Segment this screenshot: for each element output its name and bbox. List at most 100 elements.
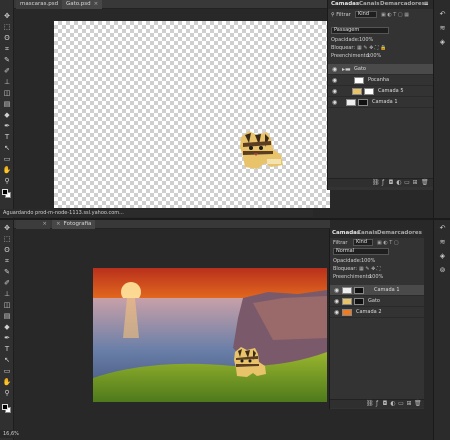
filter-kind-select[interactable]: Kind [355, 11, 377, 18]
eraser-tool-icon[interactable]: ◫ [2, 89, 12, 98]
tab-paths[interactable]: Demarcadores [377, 229, 422, 238]
visibility-eye-icon[interactable]: ◉ [334, 309, 341, 316]
visibility-eye-icon[interactable]: ◉ [332, 77, 339, 84]
lock-icons[interactable]: ▦ ✎ ✥ ⛶ [359, 265, 380, 273]
tab-layers[interactable]: Camadas [331, 0, 359, 9]
adjustment-icon[interactable]: ◐ [390, 401, 396, 407]
shape-tool-icon[interactable]: ▭ [2, 367, 12, 376]
add-mask-icon[interactable]: ◘ [388, 180, 394, 186]
tab-fotografia[interactable]: × Fotografia [52, 220, 96, 229]
add-mask-icon[interactable]: ◘ [382, 401, 388, 407]
layers-icon[interactable]: ◈ [438, 38, 447, 47]
tab-document-1[interactable]: × [16, 220, 50, 229]
new-layer-icon[interactable]: ⊞ [412, 180, 418, 186]
eraser-tool-icon[interactable]: ◫ [2, 301, 12, 310]
new-layer-icon[interactable]: ⊞ [406, 401, 412, 407]
layers-icon[interactable]: ◈ [438, 252, 447, 261]
foreground-color-swatch[interactable] [2, 189, 8, 195]
eyedropper-tool-icon[interactable]: ✎ [2, 56, 12, 65]
filter-icons[interactable]: ▣ ◐ T ▢ ▦ [381, 11, 409, 19]
delete-layer-icon[interactable]: 🗑 [414, 401, 422, 407]
type-tool-icon[interactable]: T [2, 133, 12, 142]
crop-tool-icon[interactable]: ⌗ [2, 257, 12, 266]
move-tool-icon[interactable]: ✥ [2, 224, 12, 233]
lasso-tool-icon[interactable]: ʘ [2, 246, 12, 255]
marquee-tool-icon[interactable]: ⬚ [2, 235, 12, 244]
gradient-tool-icon[interactable]: ▤ [2, 312, 12, 321]
tab-paths[interactable]: Demarcadores [380, 0, 425, 9]
history-icon[interactable]: ↶ [438, 10, 447, 19]
cat-image [237, 129, 285, 173]
pen-tool-icon[interactable]: ✒ [2, 122, 12, 131]
layer-row[interactable]: ◉ Gato [330, 296, 424, 307]
shape-tool-icon[interactable]: ▭ [2, 155, 12, 164]
path-select-tool-icon[interactable]: ↖ [2, 356, 12, 365]
blend-mode-select[interactable]: Normal [333, 248, 389, 255]
close-tab-icon[interactable]: × [56, 221, 61, 227]
stamp-tool-icon[interactable]: ⊥ [2, 78, 12, 87]
link-layers-icon[interactable]: ⛓ [366, 401, 374, 407]
canvas-area [14, 229, 330, 429]
tab-gato[interactable]: Gato.psd × [62, 0, 103, 9]
layer-row[interactable]: ◉ Pocanha [328, 75, 433, 86]
blur-tool-icon[interactable]: ◆ [2, 323, 12, 332]
hand-tool-icon[interactable]: ✋ [2, 166, 12, 175]
layer-row[interactable]: ◉ Camada 5 [328, 86, 433, 97]
visibility-eye-icon[interactable]: ◉ [332, 66, 339, 73]
gradient-tool-icon[interactable]: ▤ [2, 100, 12, 109]
crop-tool-icon[interactable]: ⌗ [2, 45, 12, 54]
lock-icons[interactable]: ▦ ✎ ✥ ⛶ 🔒 [357, 44, 386, 52]
brush-tool-icon[interactable]: ✐ [2, 279, 12, 288]
stamp-tool-icon[interactable]: ⊥ [2, 290, 12, 299]
fill-value[interactable]: 100% [369, 273, 383, 281]
opacity-value[interactable]: 100% [359, 36, 373, 44]
fill-value[interactable]: 100% [367, 52, 381, 60]
tab-channels[interactable]: Canais [359, 0, 380, 9]
delete-layer-icon[interactable]: 🗑 [421, 180, 429, 186]
visibility-eye-icon[interactable]: ◉ [334, 298, 341, 305]
fx-icon[interactable]: ƒ [374, 401, 380, 407]
adjustment-icon[interactable]: ◐ [396, 180, 402, 186]
layer-row[interactable]: ◉ Camada 1 [328, 97, 433, 108]
visibility-eye-icon[interactable]: ◉ [334, 287, 341, 294]
zoom-level[interactable]: 16,6% [3, 431, 19, 437]
tab-layers[interactable]: Camadas [332, 229, 360, 238]
zoom-tool-icon[interactable]: ⚲ [2, 389, 12, 398]
hand-tool-icon[interactable]: ✋ [2, 378, 12, 387]
layer-row[interactable]: ◉ Camada 2 [330, 307, 424, 318]
brush-tool-icon[interactable]: ✐ [2, 67, 12, 76]
new-group-icon[interactable]: ▭ [404, 180, 410, 186]
blur-tool-icon[interactable]: ◆ [2, 111, 12, 120]
zoom-tool-icon[interactable]: ⚲ [2, 177, 12, 186]
lasso-tool-icon[interactable]: ʘ [2, 34, 12, 43]
blend-mode-select[interactable]: Passagem [331, 27, 389, 34]
tab-channels[interactable]: Canais [357, 229, 378, 238]
move-tool-icon[interactable]: ✥ [2, 12, 12, 21]
fx-icon[interactable]: ƒ [380, 180, 386, 186]
path-select-tool-icon[interactable]: ↖ [2, 144, 12, 153]
layer-row[interactable]: ◉ ▸▬ Gato [328, 64, 433, 75]
visibility-eye-icon[interactable]: ◉ [332, 88, 339, 95]
eyedropper-tool-icon[interactable]: ✎ [2, 268, 12, 277]
channels-icon[interactable]: ⊚ [438, 266, 447, 275]
sunset-cliff-photo[interactable] [93, 268, 327, 402]
pen-tool-icon[interactable]: ✒ [2, 334, 12, 343]
layer-thumbnail [342, 287, 352, 294]
type-tool-icon[interactable]: T [2, 345, 12, 354]
filter-icons[interactable]: ▣ ◐ T ▢ [377, 239, 399, 247]
foreground-color-swatch[interactable] [2, 404, 8, 410]
close-tab-icon[interactable]: × [94, 1, 99, 7]
marquee-tool-icon[interactable]: ⬚ [2, 23, 12, 32]
filter-kind-select[interactable]: Kind [353, 239, 373, 246]
transparent-canvas[interactable] [54, 21, 330, 208]
visibility-eye-icon[interactable]: ◉ [332, 99, 339, 106]
history-icon[interactable]: ↶ [438, 224, 447, 233]
close-tab-icon[interactable]: × [42, 220, 47, 229]
adjustments-icon[interactable]: ≋ [438, 24, 447, 33]
link-layers-icon[interactable]: ⛓ [372, 180, 380, 186]
panel-menu-icon[interactable]: ≡ [424, 0, 429, 9]
new-group-icon[interactable]: ▭ [398, 401, 404, 407]
opacity-value[interactable]: 100% [361, 257, 375, 265]
adjustments-icon[interactable]: ≋ [438, 238, 447, 247]
layer-row[interactable]: ◉ Camada 1 [330, 285, 424, 296]
